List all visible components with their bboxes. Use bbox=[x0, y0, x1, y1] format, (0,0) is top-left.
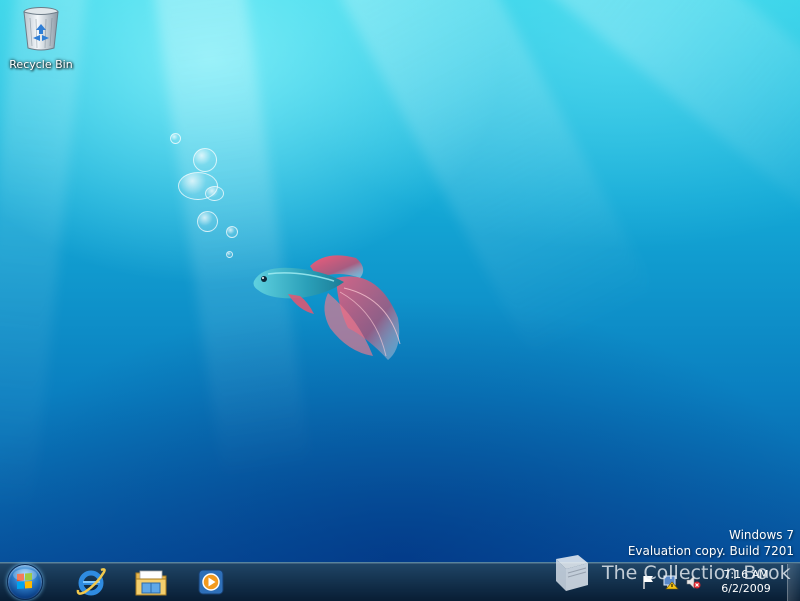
recycle-bin-desktop-icon[interactable]: Recycle Bin bbox=[6, 6, 76, 71]
taskbar-windows-explorer-button[interactable] bbox=[126, 564, 176, 600]
bubble bbox=[226, 226, 238, 238]
recycle-bin-label: Recycle Bin bbox=[9, 58, 73, 71]
site-watermark: The Collection Book bbox=[548, 553, 791, 593]
light-ray bbox=[0, 0, 90, 521]
bubble bbox=[205, 186, 224, 201]
bubble bbox=[193, 148, 217, 172]
internet-explorer-icon bbox=[76, 568, 106, 596]
desktop[interactable]: Recycle Bin Windows 7 Evaluation copy. B… bbox=[0, 0, 800, 562]
bubble bbox=[226, 251, 233, 258]
taskbar-internet-explorer-button[interactable] bbox=[66, 564, 116, 600]
bubble bbox=[197, 211, 218, 232]
watermark-os-name: Windows 7 bbox=[728, 528, 794, 542]
windows-media-player-icon bbox=[198, 569, 224, 595]
betta-fish-image bbox=[253, 255, 401, 360]
site-watermark-text: The Collection Book bbox=[602, 562, 791, 584]
bubble bbox=[170, 133, 181, 144]
light-ray bbox=[150, 0, 312, 482]
taskbar-windows-media-player-button[interactable] bbox=[186, 564, 236, 600]
recycle-bin-icon bbox=[21, 6, 61, 52]
book-logo-icon bbox=[556, 555, 588, 591]
start-button[interactable] bbox=[4, 564, 46, 600]
windows-explorer-icon bbox=[135, 570, 167, 596]
windows-start-orb-icon bbox=[7, 564, 43, 600]
